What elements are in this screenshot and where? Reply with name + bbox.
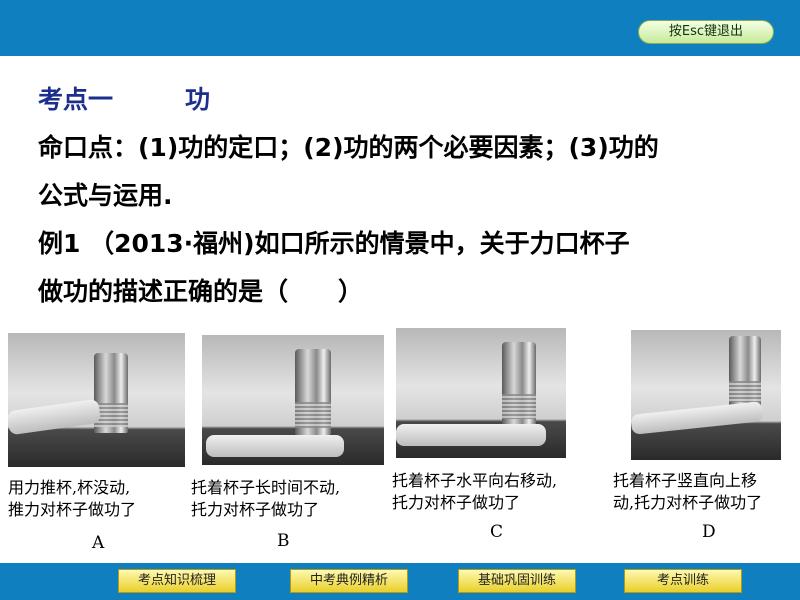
option-b-letter: B xyxy=(277,531,290,551)
exit-button[interactable]: 按Esc键退出 xyxy=(638,20,774,44)
section-title: 考点一 功 xyxy=(38,80,778,120)
section-title-topic: 功 xyxy=(185,85,211,114)
section-title-number: 考点一 xyxy=(38,85,114,114)
photo-b xyxy=(202,335,384,465)
photo-c xyxy=(396,328,566,458)
option-a-letter: A xyxy=(92,533,105,553)
photo-a xyxy=(8,333,185,467)
option-c-caption: 托着杯子水平向右移动, 托力对杯子做功了 xyxy=(392,471,558,512)
text-line: 公式与运用. xyxy=(38,181,173,210)
nav-button-knowledge[interactable]: 考点知识梳理 xyxy=(118,569,236,593)
option-d-caption: 托着杯子竖直向上移 动,托力对杯子做功了 xyxy=(613,471,763,512)
nav-button-exam-training[interactable]: 考点训练 xyxy=(624,569,742,593)
option-d-letter: D xyxy=(702,522,716,542)
text-line: 例1 （2013·福州)如口所示的情景中，关于力口杯子 xyxy=(38,229,630,258)
option-a-caption: 用力推杯,杯没动, 推力对杯子做功了 xyxy=(8,478,137,519)
photo-d xyxy=(631,330,781,460)
slide-content: 考点一 功 命口点：(1)功的定口；(2)功的两个必要因素；(3)功的 公式与运用… xyxy=(38,80,778,316)
nav-button-examples[interactable]: 中考典例精析 xyxy=(290,569,408,593)
option-c-letter: C xyxy=(490,522,504,542)
text-line: 命口点：(1)功的定口；(2)功的两个必要因素；(3)功的 xyxy=(38,133,659,162)
text-line: 做功的描述正确的是（ ） xyxy=(38,277,364,306)
option-b-caption: 托着杯子长时间不动, 托力对杯子做功了 xyxy=(191,478,341,519)
nav-button-basic-training[interactable]: 基础巩固训练 xyxy=(458,569,576,593)
